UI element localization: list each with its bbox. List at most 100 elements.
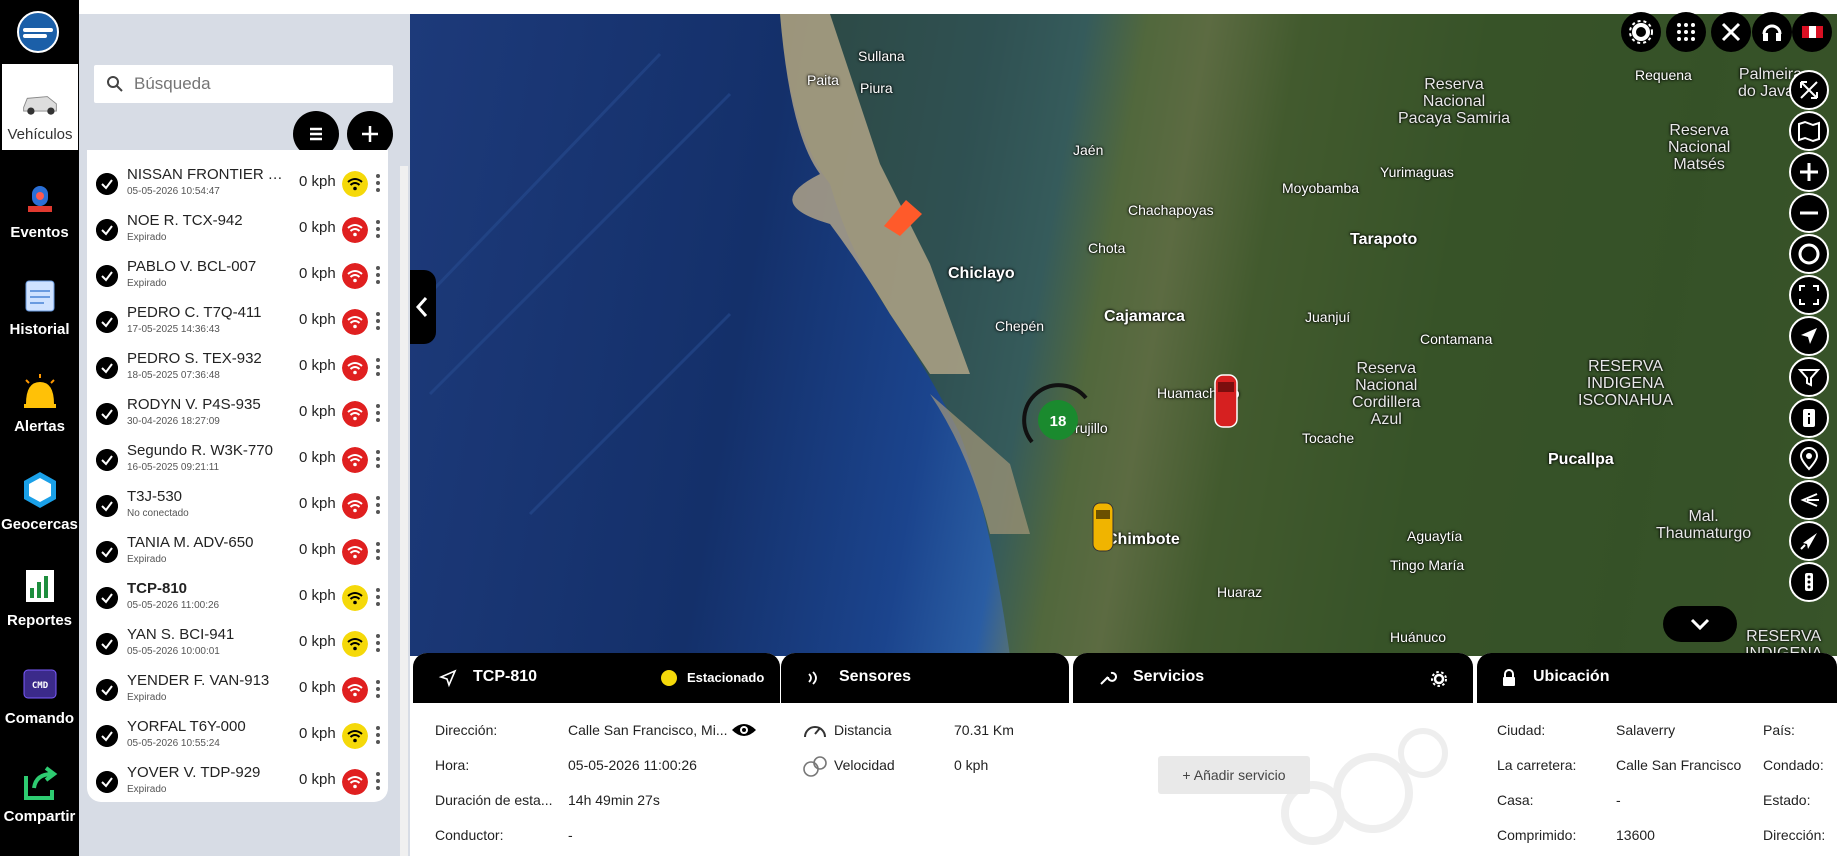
map-layers-button[interactable]: [1789, 111, 1829, 151]
check-icon[interactable]: [96, 265, 118, 287]
sensor-value: 0 kph: [954, 757, 989, 773]
vehicle-speed: 0 kph: [299, 633, 336, 650]
nav-alertas[interactable]: Alertas: [0, 364, 79, 456]
nav-reportes[interactable]: Reportes: [0, 558, 79, 650]
orange-marker[interactable]: [880, 196, 926, 238]
nav-vehiculos[interactable]: Vehículos: [2, 64, 78, 150]
vehicle-row[interactable]: YENDER F. VAN-913 Expirado 0 kph: [87, 666, 388, 712]
nav-historial[interactable]: Historial: [0, 267, 79, 359]
panel-toggle-button[interactable]: [410, 270, 436, 344]
zoom-in-button[interactable]: [1789, 152, 1829, 192]
nav-geocercas[interactable]: Geocercas: [0, 462, 79, 554]
map-label: Yurimaguas: [1380, 164, 1454, 180]
fit-bounds-button[interactable]: [1789, 275, 1829, 315]
check-icon[interactable]: [96, 771, 118, 793]
check-icon[interactable]: [96, 495, 118, 517]
check-icon[interactable]: [96, 403, 118, 425]
field-label: Casa:: [1497, 792, 1534, 808]
vehicle-row[interactable]: PABLO V. BCL-007 Expirado 0 kph: [87, 252, 388, 298]
map-label: Paita: [807, 72, 839, 88]
map-reserve-label: Reserva Nacional Pacaya Samiria: [1398, 76, 1511, 127]
bar-chart-icon: [25, 570, 54, 602]
more-vert-icon[interactable]: [374, 770, 382, 792]
vehicle-row[interactable]: RODYN V. P4S-935 30-04-2026 18:27:09 0 kph: [87, 390, 388, 436]
tools-button[interactable]: [1711, 12, 1751, 52]
settings-button[interactable]: [1621, 12, 1661, 52]
red-vehicle-marker[interactable]: [1212, 372, 1240, 430]
vehicle-row[interactable]: NISSAN FRONTIER TCP5... 05-05-2026 10:54:…: [87, 160, 388, 206]
map-label: Juanjuí: [1305, 309, 1351, 325]
collapse-details-button[interactable]: [1663, 606, 1737, 642]
map-view[interactable]: [410, 14, 1837, 656]
map-reserve-label: Reserva Nacional Matsés: [1668, 122, 1731, 173]
search-box: [94, 65, 393, 103]
vehicle-row[interactable]: PEDRO C. T7Q-411 17-05-2025 14:36:43 0 kph: [87, 298, 388, 344]
traffic-light-icon: [1805, 573, 1813, 591]
check-icon[interactable]: [96, 541, 118, 563]
check-icon[interactable]: [96, 173, 118, 195]
more-vert-icon[interactable]: [374, 632, 382, 654]
more-vert-icon[interactable]: [374, 724, 382, 746]
field-label: Hora:: [435, 757, 470, 773]
vehicle-row[interactable]: NOE R. TCX-942 Expirado 0 kph: [87, 206, 388, 252]
vehicle-info-card: TCP-810 Estacionado: [413, 653, 780, 856]
more-vert-icon[interactable]: [374, 402, 382, 424]
gear-icon[interactable]: [1429, 669, 1449, 689]
nav-eventos[interactable]: Eventos: [0, 170, 79, 262]
vehicle-row[interactable]: YAN S. BCI-941 05-05-2026 10:00:01 0 kph: [87, 620, 388, 666]
more-vert-icon[interactable]: [374, 678, 382, 700]
more-vert-icon[interactable]: [374, 356, 382, 378]
add-service-button[interactable]: + Añadir servicio: [1158, 756, 1310, 794]
check-icon[interactable]: [96, 219, 118, 241]
search-input[interactable]: [134, 65, 384, 103]
check-icon[interactable]: [96, 679, 118, 701]
more-vert-icon[interactable]: [374, 448, 382, 470]
vehicle-row[interactable]: TCP-810 05-05-2026 11:00:26 0 kph: [87, 574, 388, 620]
vehicle-row[interactable]: YORFAL T6Y-000 05-05-2026 10:55:24 0 kph: [87, 712, 388, 758]
fullscreen-button[interactable]: [1789, 70, 1829, 110]
vehicle-row[interactable]: TANIA M. ADV-650 Expirado 0 kph: [87, 528, 388, 574]
vehicle-speed: 0 kph: [299, 219, 336, 236]
check-icon[interactable]: [96, 449, 118, 471]
car-icon: [23, 96, 57, 115]
more-vert-icon[interactable]: [374, 310, 382, 332]
send-button[interactable]: [1789, 521, 1829, 561]
location-pin-button[interactable]: [1789, 439, 1829, 479]
nav-comando[interactable]: CMD Comando: [0, 656, 79, 748]
more-vert-icon[interactable]: [374, 540, 382, 562]
navigate-button[interactable]: [1789, 316, 1829, 356]
list-scrollbar[interactable]: [400, 166, 408, 856]
traffic-light-button[interactable]: [1789, 562, 1829, 602]
more-vert-icon[interactable]: [374, 218, 382, 240]
vehicle-row[interactable]: YOVER V. TDP-929 Expirado 0 kph: [87, 758, 388, 802]
more-vert-icon[interactable]: [374, 264, 382, 286]
eye-icon[interactable]: [730, 720, 758, 740]
vehicle-cluster[interactable]: 18: [1018, 380, 1098, 460]
support-button[interactable]: [1752, 12, 1792, 52]
info-button[interactable]: [1789, 398, 1829, 438]
apps-button[interactable]: [1666, 12, 1706, 52]
compass-button[interactable]: [1789, 234, 1829, 274]
nav-compartir[interactable]: Compartir: [0, 754, 79, 846]
vehicle-name: YENDER F. VAN-913: [127, 672, 270, 689]
field-label: País:: [1763, 722, 1795, 738]
check-icon[interactable]: [96, 311, 118, 333]
vehicle-status: Expirado: [127, 784, 167, 795]
yellow-vehicle-marker[interactable]: [1090, 500, 1116, 554]
filter-button[interactable]: [1789, 357, 1829, 397]
logo-icon: [17, 11, 59, 53]
vehicle-speed: 0 kph: [299, 265, 336, 282]
vehicle-row[interactable]: T3J-530 No conectado 0 kph: [87, 482, 388, 528]
zoom-out-button[interactable]: [1789, 193, 1829, 233]
check-icon[interactable]: [96, 587, 118, 609]
more-vert-icon[interactable]: [374, 172, 382, 194]
route-button[interactable]: [1789, 480, 1829, 520]
check-icon[interactable]: [96, 357, 118, 379]
more-vert-icon[interactable]: [374, 586, 382, 608]
vehicle-row[interactable]: PEDRO S. TEX-932 18-05-2025 07:36:48 0 kph: [87, 344, 388, 390]
vehicle-row[interactable]: Segundo R. W3K-770 16-05-2025 09:21:11 0 k…: [87, 436, 388, 482]
language-button[interactable]: [1792, 12, 1832, 52]
check-icon[interactable]: [96, 725, 118, 747]
more-vert-icon[interactable]: [374, 494, 382, 516]
check-icon[interactable]: [96, 633, 118, 655]
